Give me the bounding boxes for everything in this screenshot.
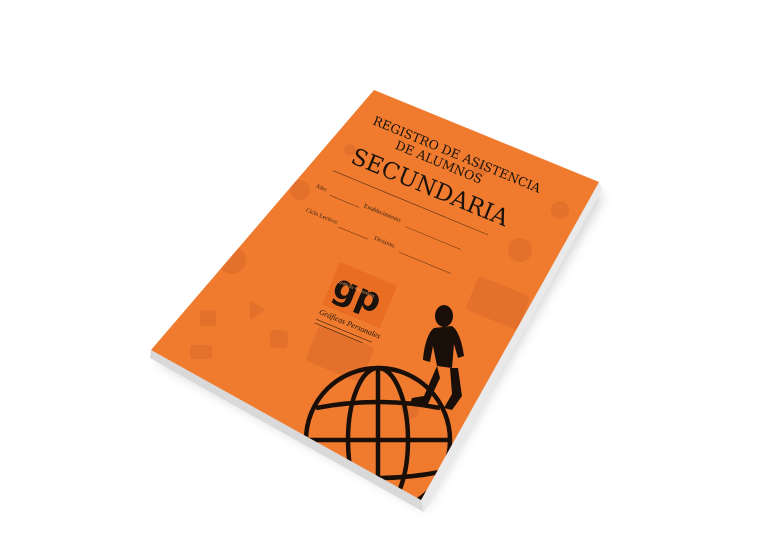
notebook-mockup: REGISTRO DE ASISTENCIA DE ALUMNOS SECUND…: [150, 90, 604, 512]
chat-bubble-icon-3: [508, 238, 532, 262]
chat-bubble-icon-4: [551, 201, 569, 219]
chat-bubble-icon: [218, 246, 246, 274]
chat-bubble-icon-2: [290, 180, 310, 200]
square-icon: [200, 310, 216, 326]
product-photo: REGISTRO DE ASISTENCIA DE ALUMNOS SECUND…: [0, 0, 767, 534]
box-icon: [540, 320, 560, 334]
box-icon-2: [190, 345, 212, 359]
thumbs-up-icon: [270, 330, 288, 348]
